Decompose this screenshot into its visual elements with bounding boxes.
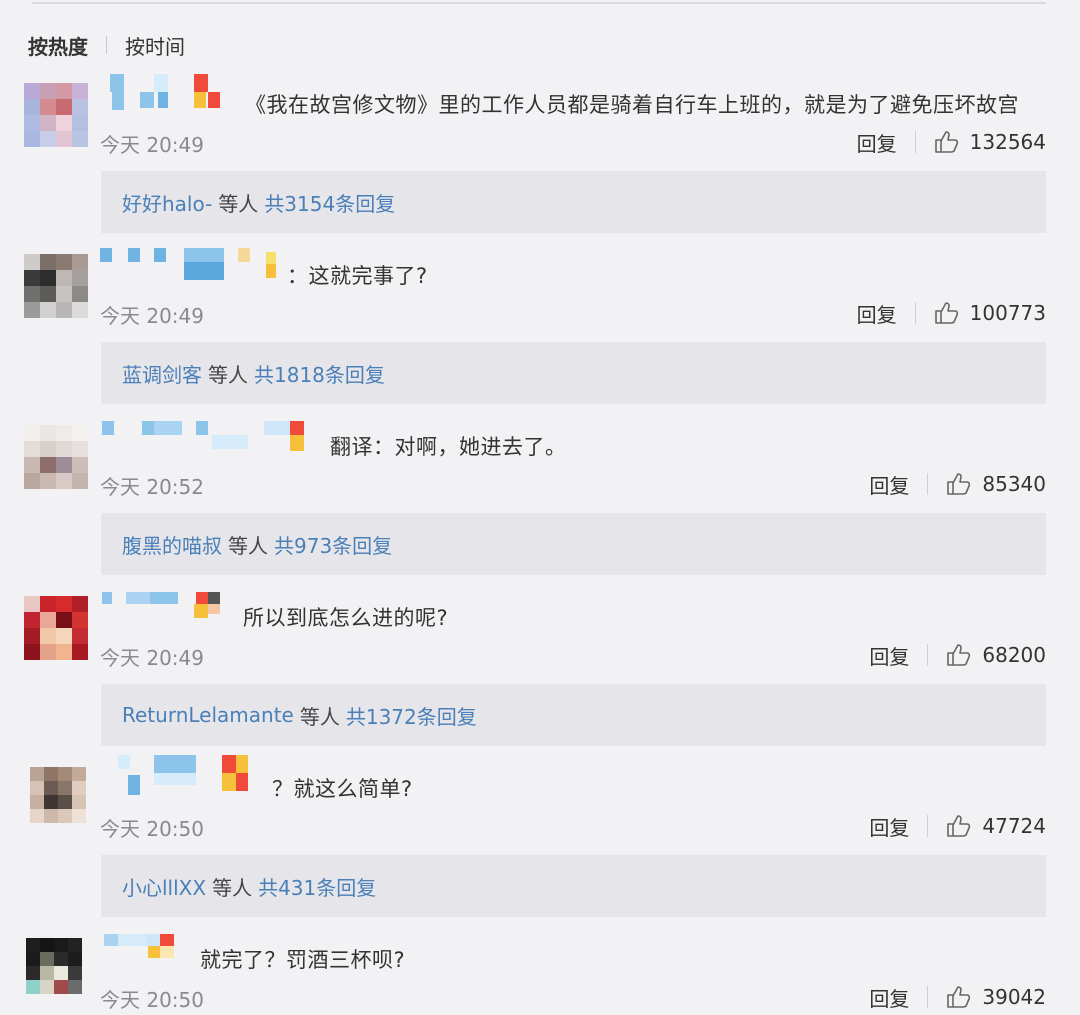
- comment-time: 今天 20:52: [100, 475, 204, 499]
- comment-text: 《我在故宫修文物》里的工作人员都是骑着自行车上班的，就是为了避免压坏故宫: [245, 93, 1019, 117]
- username-pixelated[interactable]: [100, 592, 230, 632]
- reply-button[interactable]: 回复: [869, 641, 909, 670]
- like-button[interactable]: 68200: [946, 643, 1046, 667]
- thumbs-up-icon: [947, 473, 971, 495]
- reply-button[interactable]: 回复: [857, 299, 897, 328]
- like-button[interactable]: 85340: [946, 472, 1046, 496]
- reply-count-link[interactable]: 共3154条回复: [264, 188, 395, 217]
- thumbs-up-icon: [934, 302, 958, 324]
- comment-actions: 回复 100773: [857, 298, 1046, 328]
- comment-item: 就完了？罚酒三杯呗? 今天 20:50 回复 39042: [0, 934, 1080, 1015]
- comment-actions: 回复 132564: [857, 127, 1046, 157]
- comment-text: 所以到底怎么进的呢?: [243, 606, 449, 630]
- username-pixelated[interactable]: [100, 421, 310, 461]
- reply-count-link[interactable]: 共973条回复: [274, 530, 392, 559]
- like-count: 132564: [969, 130, 1046, 154]
- thumbs-up-icon: [934, 131, 958, 153]
- reply-user-link[interactable]: 腹黑的喵叔: [122, 530, 222, 559]
- reply-button[interactable]: 回复: [869, 470, 909, 499]
- comment-time: 今天 20:49: [100, 133, 204, 157]
- thumbs-up-icon: [947, 644, 971, 666]
- comment-actions: 回复 39042: [869, 982, 1046, 1012]
- reply-user-link[interactable]: 蓝调剑客: [122, 359, 202, 388]
- reply-others-label: 等人: [228, 533, 268, 558]
- avatar[interactable]: [24, 425, 88, 489]
- like-button[interactable]: 47724: [946, 814, 1046, 838]
- comment-time: 今天 20:49: [100, 646, 204, 670]
- avatar[interactable]: [26, 938, 82, 994]
- comment-actions: 回复 68200: [869, 640, 1046, 670]
- sort-bar: 按热度 按时间: [28, 28, 185, 62]
- actions-divider: [914, 131, 916, 153]
- comment-actions: 回复 47724: [869, 811, 1046, 841]
- like-count: 100773: [969, 301, 1046, 325]
- sort-by-hot-tab[interactable]: 按热度: [28, 31, 88, 60]
- comment-text: ：这就完事了?: [287, 264, 428, 288]
- sort-divider: [106, 36, 107, 54]
- reply-button[interactable]: 回复: [869, 812, 909, 841]
- username-pixelated[interactable]: [100, 934, 190, 974]
- username-pixelated[interactable]: [100, 74, 230, 119]
- comment-time: 今天 20:50: [100, 817, 204, 841]
- reply-button[interactable]: 回复: [857, 128, 897, 157]
- reply-others-label: 等人: [208, 362, 248, 387]
- comment-item: 《我在故宫修文物》里的工作人员都是骑着自行车上班的，就是为了避免压坏故宫 今天 …: [0, 74, 1080, 254]
- like-count: 68200: [982, 643, 1046, 667]
- reply-others-label: 等人: [212, 875, 253, 900]
- reply-others-label: 等人: [299, 704, 340, 729]
- like-button[interactable]: 100773: [934, 301, 1046, 325]
- replies-preview[interactable]: ReturnLelamante 等人 共1372条回复: [101, 684, 1046, 746]
- comment-item: ？就这么简单? 今天 20:50 回复 47724 小心lllXX 等人 共43…: [0, 755, 1080, 938]
- reply-button[interactable]: 回复: [869, 983, 909, 1012]
- comment-item: ：这就完事了? 今天 20:49 回复 100773 蓝调剑客 等人 共1818…: [0, 248, 1080, 425]
- like-button[interactable]: 132564: [934, 130, 1046, 154]
- reply-count-link[interactable]: 共1818条回复: [254, 359, 385, 388]
- username-pixelated[interactable]: [100, 248, 290, 290]
- reply-user-link[interactable]: ReturnLelamante: [122, 703, 294, 727]
- actions-divider: [927, 815, 929, 837]
- comment-time: 今天 20:50: [100, 988, 204, 1012]
- actions-divider: [927, 473, 929, 495]
- comment-item: 翻译：对啊，她进去了。 今天 20:52 回复 85340 腹黑的喵叔 等人 共…: [0, 421, 1080, 596]
- reply-user-link[interactable]: 小心lllXX: [122, 872, 206, 901]
- comment-text: 就完了？罚酒三杯呗?: [200, 948, 406, 972]
- reply-user-link[interactable]: 好好halo-: [122, 188, 212, 217]
- avatar[interactable]: [30, 767, 86, 823]
- username-pixelated[interactable]: [100, 755, 260, 803]
- replies-preview[interactable]: 好好halo- 等人 共3154条回复: [101, 171, 1046, 233]
- avatar[interactable]: [24, 596, 88, 660]
- comment-actions: 回复 85340: [869, 469, 1046, 499]
- comment-item: 所以到底怎么进的呢? 今天 20:49 回复 68200 ReturnLelam…: [0, 592, 1080, 767]
- comment-time: 今天 20:49: [100, 304, 204, 328]
- reply-others-label: 等人: [218, 191, 259, 216]
- like-count: 85340: [982, 472, 1046, 496]
- like-count: 47724: [982, 814, 1046, 838]
- actions-divider: [927, 644, 929, 666]
- like-count: 39042: [982, 985, 1046, 1009]
- replies-preview[interactable]: 腹黑的喵叔 等人 共973条回复: [101, 513, 1046, 575]
- thumbs-up-icon: [947, 986, 971, 1008]
- like-button[interactable]: 39042: [946, 985, 1046, 1009]
- top-divider: [32, 2, 1046, 4]
- actions-divider: [927, 986, 929, 1008]
- actions-divider: [914, 302, 916, 324]
- comment-text: 翻译：对啊，她进去了。: [330, 435, 567, 459]
- avatar[interactable]: [24, 254, 88, 318]
- replies-preview[interactable]: 蓝调剑客 等人 共1818条回复: [101, 342, 1046, 404]
- thumbs-up-icon: [947, 815, 971, 837]
- replies-preview[interactable]: 小心lllXX 等人 共431条回复: [101, 855, 1046, 917]
- avatar[interactable]: [24, 83, 88, 147]
- reply-count-link[interactable]: 共1372条回复: [346, 701, 477, 730]
- comment-text: ？就这么简单?: [272, 777, 413, 801]
- reply-count-link[interactable]: 共431条回复: [258, 872, 376, 901]
- sort-by-time-tab[interactable]: 按时间: [125, 31, 185, 60]
